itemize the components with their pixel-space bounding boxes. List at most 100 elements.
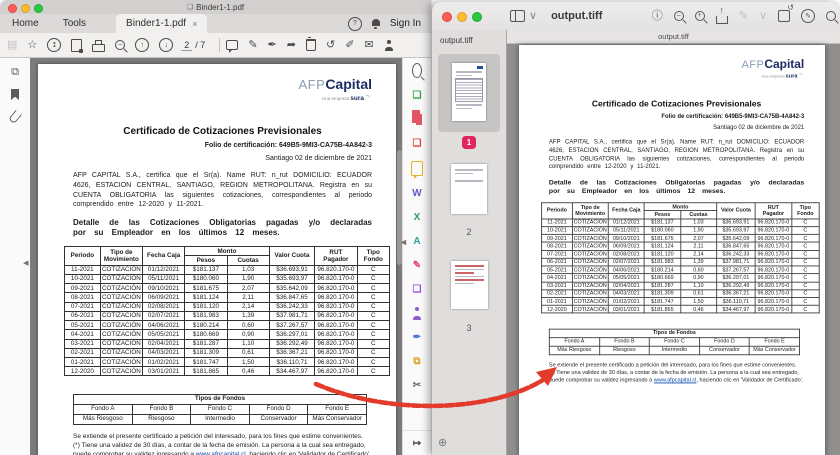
rotate-left-icon[interactable] <box>778 10 790 22</box>
snip-scissors-icon[interactable]: ✂ <box>413 379 421 392</box>
table-cell: 02/08/2021 <box>143 302 185 311</box>
afpcapital-link[interactable]: www.afpcapital.cl <box>654 378 697 384</box>
afpcapital-link[interactable]: www.afpcapital.cl <box>196 451 246 455</box>
secure-document-icon[interactable] <box>71 39 82 52</box>
current-page-input[interactable]: 2 <box>181 40 192 51</box>
page-2-number: 2 <box>432 227 506 237</box>
comment-tool-icon[interactable] <box>411 161 423 176</box>
fill-form-icon[interactable]: ❏ <box>413 283 422 296</box>
upload-share-icon[interactable]: ↥ <box>47 38 61 52</box>
bookmarks-panel-icon[interactable] <box>11 89 19 100</box>
footer-line-2-post: , haciendo clic en 'Validador de Certifi… <box>246 451 371 455</box>
export-word-icon[interactable]: W <box>412 187 421 200</box>
draw-pen-icon[interactable]: ✐ <box>345 40 354 51</box>
markup-pencil-icon[interactable]: ✎ <box>739 11 748 22</box>
tab-home[interactable]: Home <box>0 14 51 33</box>
zoom-button[interactable] <box>34 4 43 13</box>
export-excel-icon[interactable]: X <box>414 211 421 224</box>
save-icon[interactable]: ▤ <box>7 40 17 51</box>
table-cell: $36.292,49 <box>269 339 315 348</box>
table-cell: 08-2021 <box>542 242 573 250</box>
col-pesos: Pesos <box>644 211 680 219</box>
page-3-thumbnail[interactable] <box>451 261 488 309</box>
table-cell: 05/11/2021 <box>143 274 185 283</box>
attachments-panel-icon[interactable] <box>8 110 22 124</box>
rotate-icon[interactable]: ↺ <box>326 40 335 51</box>
signature-person-icon[interactable] <box>412 307 422 320</box>
close-button[interactable] <box>8 4 17 13</box>
table-cell: 96.820.170-0 <box>755 250 791 258</box>
collapse-right-panel-icon[interactable]: ◂ <box>401 236 406 249</box>
zoom-out-icon[interactable] <box>674 11 684 21</box>
expand-panel-arrow-icon[interactable]: ↦ <box>413 437 421 450</box>
right-rail-icons: ❏ ❏ WXA ✎ ❏ ✒ ⧉ ✂ <box>403 58 431 392</box>
highlight-pencil-icon[interactable]: ✎ <box>248 40 257 51</box>
markup-chevron-icon[interactable]: ∨ <box>759 11 767 22</box>
table-row: 05-2021COTIZACIÓN04/06/2021$180.2140,60$… <box>65 321 390 330</box>
page-badge-icon[interactable]: ❏ <box>413 137 422 150</box>
thumb-line <box>456 108 472 110</box>
next-page-icon[interactable]: ↓ <box>159 38 173 52</box>
add-user-icon[interactable] <box>384 40 394 51</box>
search-icon[interactable] <box>826 11 836 21</box>
table-cell: 04/03/2021 <box>608 290 644 298</box>
minimize-button[interactable] <box>21 4 30 13</box>
help-icon[interactable]: ? <box>348 17 362 31</box>
markup-toolbar-icon[interactable]: ✎ <box>801 9 815 23</box>
sura-swoosh-icon <box>364 94 371 101</box>
delete-trash-icon[interactable] <box>306 39 316 51</box>
edit-text-icon[interactable]: A <box>413 235 420 248</box>
share-forward-icon[interactable]: ➦ <box>287 40 296 51</box>
comment-icon[interactable] <box>226 40 238 50</box>
table-cell: $36.292,49 <box>716 282 755 290</box>
email-icon[interactable]: ✉ <box>364 40 373 51</box>
info-icon[interactable]: ⓘ <box>652 11 663 22</box>
tab-close-icon[interactable]: × <box>192 19 197 29</box>
zoom-in-icon[interactable] <box>695 11 705 21</box>
table-cell: $35.693,97 <box>716 227 755 235</box>
pages-panel-icon[interactable]: ⧉ <box>11 67 19 78</box>
table-cell: $181.287 <box>644 282 680 290</box>
col-rut: RUT Pagador <box>755 203 791 219</box>
sign-in-button[interactable]: Sign In <box>390 18 421 29</box>
sidebar-toggle-icon[interactable] <box>510 10 525 22</box>
certificate-title: Certificado de Cotizaciones Previsionale… <box>73 126 372 137</box>
table-cell: 05-2021 <box>542 266 573 274</box>
fondos-values-row: Más Riesgoso Riesgoso Intermedio Conserv… <box>74 415 367 425</box>
fondo-c: Fondo C <box>191 405 250 415</box>
collapse-left-panel-icon[interactable]: ◂ <box>23 258 29 269</box>
sign-pen-icon[interactable]: ✒ <box>268 40 277 51</box>
page-1-thumbnail[interactable] <box>452 63 486 121</box>
print-icon[interactable] <box>92 44 105 52</box>
table-row: 12-2020COTIZACIÓN03/01/2021$181.8650,46$… <box>65 367 390 376</box>
notifications-bell-icon[interactable] <box>372 19 380 26</box>
col-monto: Monto <box>644 203 716 211</box>
zoom-button[interactable] <box>472 12 482 22</box>
search-tool-icon[interactable] <box>412 63 422 78</box>
sidebar-chevron-icon[interactable]: ∨ <box>529 11 537 22</box>
create-page-icon[interactable]: ❏ <box>413 89 422 102</box>
table-cell: 01-2021 <box>542 298 573 306</box>
share-icon[interactable] <box>716 16 728 24</box>
fondo-b: Fondo B <box>599 338 649 346</box>
tab-tools[interactable]: Tools <box>51 14 98 33</box>
previous-page-icon[interactable]: ↑ <box>135 38 149 52</box>
zoom-out-icon[interactable] <box>115 40 125 50</box>
minimize-button[interactable] <box>457 12 467 22</box>
highlighter-tool-icon[interactable]: ✎ <box>413 259 421 272</box>
star-favorites-icon[interactable]: ☆ <box>27 40 37 51</box>
zoom-badge-icon[interactable]: ⊕ <box>438 438 447 449</box>
table-cell: C <box>791 219 819 227</box>
combine-files-icon[interactable]: ⧉ <box>413 355 420 368</box>
fondos-header-row: Fondo A Fondo B Fondo C Fondo D Fondo E <box>549 338 799 346</box>
sign-fountain-pen-icon[interactable]: ✒ <box>413 331 421 344</box>
thumb-line <box>456 71 482 73</box>
close-button[interactable] <box>442 12 452 22</box>
document-tab[interactable]: Binder1-1.pdf × <box>116 14 207 33</box>
certificate-document: AFPCapital Una empresa sura Certificado … <box>38 77 396 455</box>
table-cell: COTIZACIÓN <box>100 358 142 367</box>
page-2-thumbnail[interactable] <box>451 164 487 214</box>
id-cards-icon[interactable] <box>412 110 420 123</box>
page-number-field[interactable]: 2 / 7 <box>181 40 205 51</box>
table-cell: $34.467,97 <box>716 305 755 313</box>
